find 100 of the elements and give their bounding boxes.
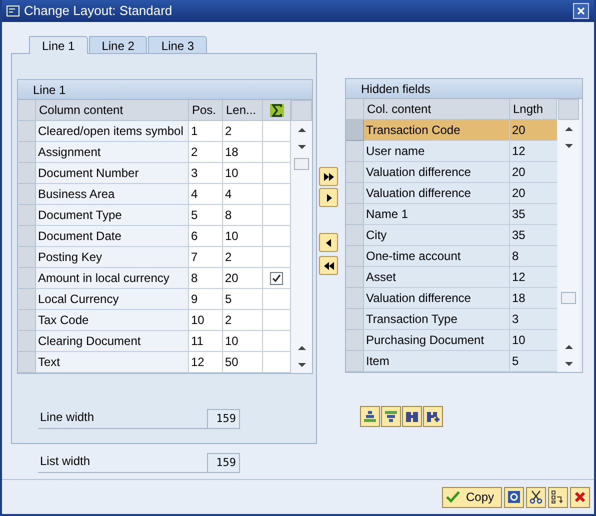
find-next-button[interactable] (423, 406, 443, 427)
table-cell[interactable]: 12 (510, 267, 557, 288)
row-selector[interactable] (346, 204, 364, 225)
row-selector[interactable] (346, 120, 364, 141)
cut-button[interactable] (526, 486, 546, 508)
row-selector[interactable] (346, 351, 364, 372)
row-selector[interactable] (346, 309, 364, 330)
row-selector[interactable] (18, 100, 36, 121)
table-cell[interactable]: Valuation difference (364, 162, 510, 183)
length-field[interactable]: 10 (223, 163, 263, 184)
row-selector[interactable] (346, 183, 364, 204)
copy-button[interactable]: Copy (442, 486, 502, 508)
table-cell[interactable]: 10 (510, 330, 557, 351)
length-field[interactable]: 2 (223, 121, 263, 142)
position-field[interactable]: 2 (189, 142, 223, 163)
row-selector[interactable] (18, 268, 36, 289)
length-field[interactable]: 20 (223, 268, 263, 289)
table-cell[interactable]: Transaction Type (364, 309, 510, 330)
row-selector[interactable] (18, 121, 36, 142)
close-button[interactable] (573, 3, 589, 19)
row-selector[interactable] (18, 205, 36, 226)
row-selector[interactable] (18, 289, 36, 310)
find-button[interactable] (402, 406, 422, 427)
table-cell[interactable]: Name 1 (364, 204, 510, 225)
position-field[interactable]: 12 (189, 352, 223, 373)
table-cell[interactable]: 35 (510, 225, 557, 246)
row-selector[interactable] (18, 184, 36, 205)
position-field[interactable]: 6 (189, 226, 223, 247)
scroll-thumb[interactable] (294, 158, 309, 170)
row-selector[interactable] (346, 141, 364, 162)
ascending-sort-button[interactable] (360, 406, 380, 427)
table-cell[interactable]: 20 (510, 183, 557, 204)
move-left-button[interactable] (319, 233, 338, 252)
position-field[interactable]: 11 (189, 331, 223, 352)
table-cell[interactable]: Transaction Code (364, 120, 510, 141)
table-cell[interactable]: Valuation difference (364, 183, 510, 204)
row-selector[interactable] (346, 267, 364, 288)
table-cell[interactable]: 35 (510, 204, 557, 225)
checkbox[interactable] (270, 272, 283, 284)
length-field[interactable]: 10 (223, 226, 263, 247)
row-selector[interactable] (18, 142, 36, 163)
position-field[interactable]: 7 (189, 247, 223, 268)
cancel-button[interactable] (570, 486, 590, 508)
position-field[interactable]: 10 (189, 310, 223, 331)
move-right-button[interactable] (319, 188, 338, 207)
length-field[interactable]: 5 (223, 289, 263, 310)
hierarchy-button[interactable] (548, 486, 568, 508)
table-cell[interactable]: 8 (510, 246, 557, 267)
row-selector[interactable] (346, 288, 364, 309)
scroll-thumb[interactable] (561, 292, 576, 304)
table-cell[interactable]: Asset (364, 267, 510, 288)
length-field[interactable]: 2 (223, 247, 263, 268)
table-cell[interactable]: Valuation difference (364, 288, 510, 309)
position-field[interactable]: 8 (189, 268, 223, 289)
tab[interactable]: Line 1 (29, 36, 88, 54)
column-header[interactable]: Lngth (510, 99, 557, 120)
row-selector[interactable] (18, 163, 36, 184)
row-selector[interactable] (18, 331, 36, 352)
length-field[interactable]: 10 (223, 331, 263, 352)
table-cell[interactable]: 3 (510, 309, 557, 330)
table-cell[interactable]: City (364, 225, 510, 246)
row-selector[interactable] (346, 99, 364, 120)
table-cell[interactable]: 5 (510, 351, 557, 372)
length-field[interactable]: 50 (223, 352, 263, 373)
position-field[interactable]: 9 (189, 289, 223, 310)
position-field[interactable]: 3 (189, 163, 223, 184)
column-header[interactable]: Col. content (364, 99, 510, 120)
table-cell[interactable]: Purchasing Document (364, 330, 510, 351)
filter-button[interactable] (381, 406, 401, 427)
move-all-right-button[interactable] (319, 167, 338, 186)
position-field[interactable]: 5 (189, 205, 223, 226)
table-cell[interactable]: 20 (510, 162, 557, 183)
table-cell[interactable]: One-time account (364, 246, 510, 267)
row-selector[interactable] (18, 247, 36, 268)
tab[interactable]: Line 3 (148, 36, 208, 53)
length-field[interactable]: 2 (223, 310, 263, 331)
length-field[interactable]: 8 (223, 205, 263, 226)
row-selector[interactable] (18, 352, 36, 373)
row-selector[interactable] (18, 226, 36, 247)
length-field[interactable]: 4 (223, 184, 263, 205)
position-field[interactable]: 1 (189, 121, 223, 142)
refresh-button[interactable] (504, 486, 524, 508)
table-cell[interactable]: Item (364, 351, 510, 372)
row-selector[interactable] (346, 246, 364, 267)
table-cell[interactable]: 20 (510, 120, 557, 141)
sum-column-header[interactable] (263, 100, 291, 121)
table-cell[interactable]: User name (364, 141, 510, 162)
table-cell[interactable]: 12 (510, 141, 557, 162)
length-field[interactable]: 18 (223, 142, 263, 163)
row-selector[interactable] (346, 330, 364, 351)
move-all-left-button[interactable] (319, 256, 338, 275)
position-field[interactable]: 4 (189, 184, 223, 205)
row-selector[interactable] (18, 310, 36, 331)
column-header[interactable]: Column content (36, 100, 189, 121)
table-cell[interactable]: 18 (510, 288, 557, 309)
tab[interactable]: Line 2 (88, 36, 148, 53)
row-selector[interactable] (346, 162, 364, 183)
column-header[interactable]: Pos. (189, 100, 223, 121)
row-selector[interactable] (346, 225, 364, 246)
column-header[interactable]: Len... (223, 100, 263, 121)
